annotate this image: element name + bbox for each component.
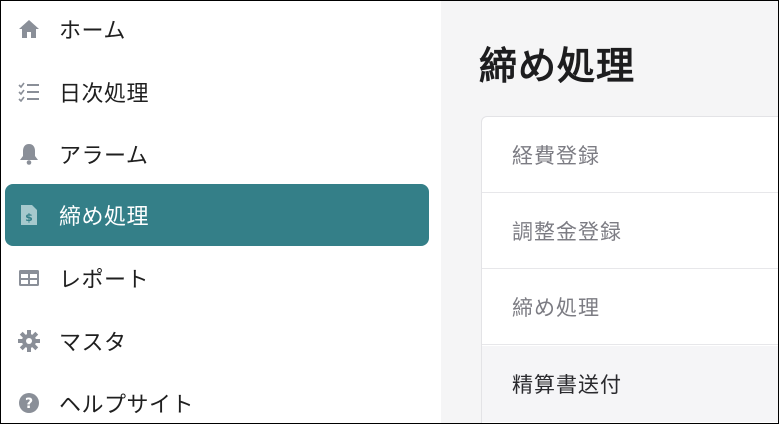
menu-item-expense-registration[interactable]: 経費登録: [482, 117, 778, 193]
sidebar-item-label: ヘルプサイト: [59, 393, 195, 418]
help-icon: ?: [17, 391, 41, 415]
sidebar-item-help-site[interactable]: ? ヘルプサイト: [5, 373, 429, 423]
sidebar-item-alarm[interactable]: アラーム: [5, 124, 429, 184]
invoice-icon: $: [17, 203, 41, 227]
menu-item-closing-process[interactable]: 締め処理: [482, 269, 778, 345]
sidebar-item-label: レポート: [59, 268, 150, 293]
svg-text:$: $: [25, 211, 33, 224]
sidebar-item-daily-processing[interactable]: 日次処理: [5, 62, 429, 122]
page-title: 締め処理: [479, 44, 636, 88]
sidebar-item-label: マスタ: [59, 331, 127, 356]
sidebar-item-home[interactable]: ホーム: [5, 1, 429, 59]
sidebar-item-master[interactable]: マスタ: [5, 311, 429, 371]
sidebar-item-report[interactable]: レポート: [5, 248, 429, 308]
closing-menu-card: 経費登録 調整金登録 締め処理 精算書送付: [481, 116, 778, 423]
sidebar-item-label: 日次処理: [59, 82, 150, 107]
sidebar-item-label: 締め処理: [59, 205, 150, 230]
checklist-icon: [17, 80, 41, 104]
home-icon: [17, 17, 41, 41]
svg-text:?: ?: [25, 396, 33, 412]
app-window: ホーム 日次処理 アラーム $ 締め処理 レポート マスタ ? ヘルプサイト 締…: [0, 0, 779, 424]
main-content: 締め処理 経費登録 調整金登録 締め処理 精算書送付: [441, 1, 778, 423]
gear-icon: [17, 329, 41, 353]
table-icon: [17, 266, 41, 290]
menu-item-adjustment-registration[interactable]: 調整金登録: [482, 193, 778, 269]
sidebar: ホーム 日次処理 アラーム $ 締め処理 レポート マスタ ? ヘルプサイト: [1, 1, 441, 423]
menu-item-statement-sending[interactable]: 精算書送付: [482, 346, 778, 422]
bell-icon: [17, 142, 41, 166]
sidebar-item-closing[interactable]: $ 締め処理: [5, 184, 429, 246]
sidebar-item-label: ホーム: [59, 19, 126, 44]
sidebar-item-label: アラーム: [59, 144, 149, 169]
